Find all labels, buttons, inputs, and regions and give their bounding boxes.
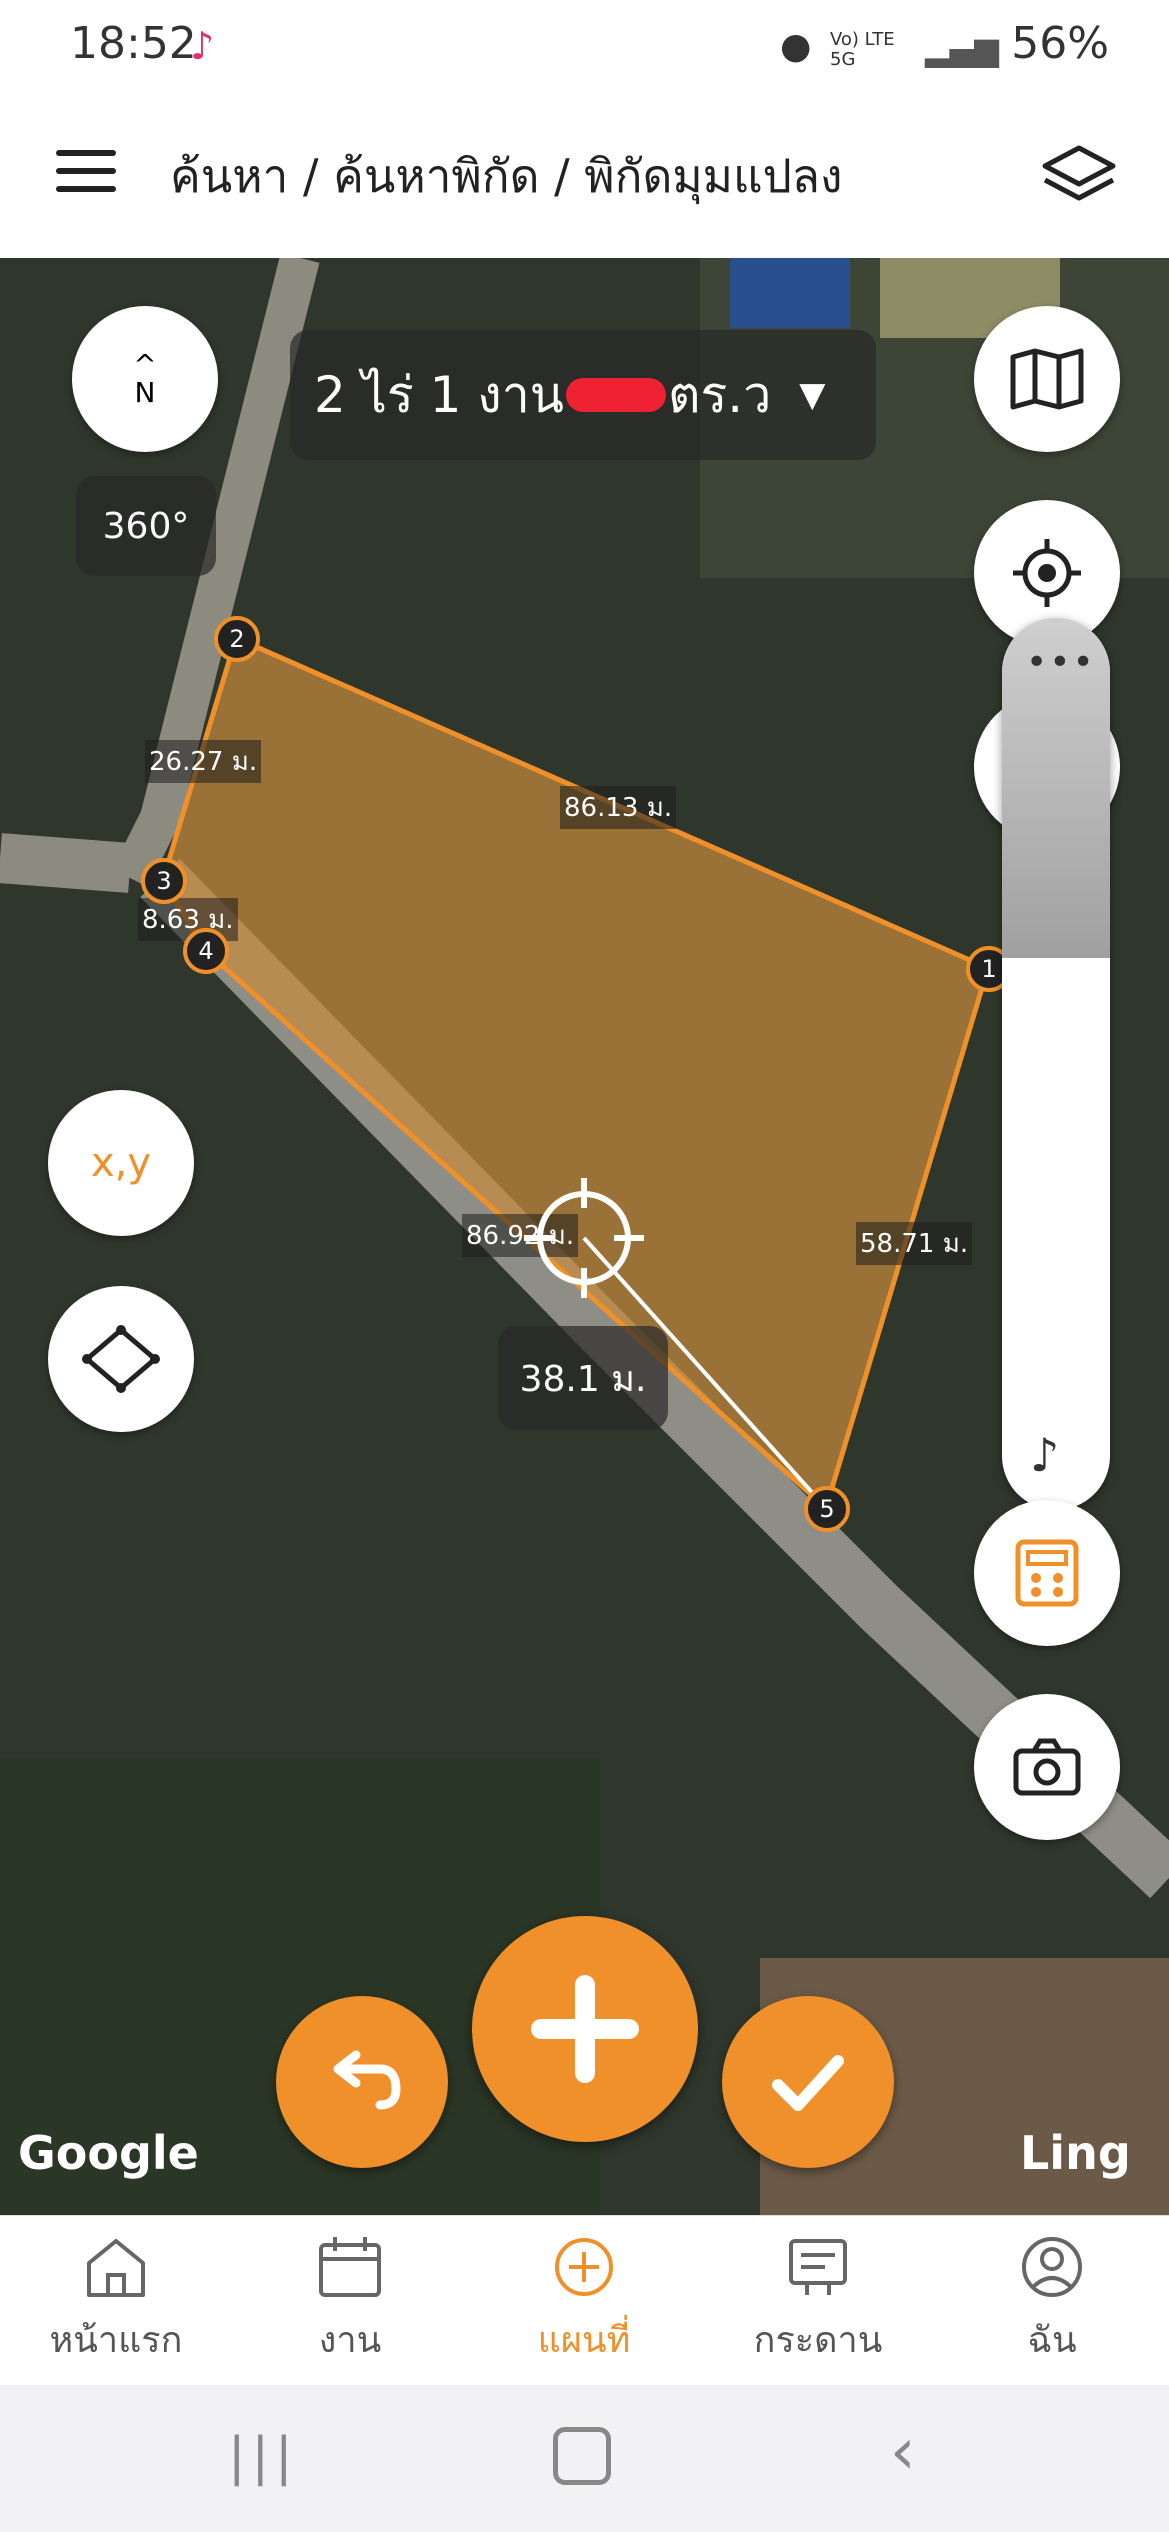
- tiktok-icon: ♪: [190, 24, 215, 68]
- home-system-icon[interactable]: [553, 2427, 611, 2485]
- vertex-marker[interactable]: 2: [214, 616, 260, 662]
- vertex-marker[interactable]: 3: [141, 858, 187, 904]
- home-icon: [87, 2239, 145, 2297]
- volume-slider[interactable]: ••• ♪: [1002, 618, 1110, 1510]
- nav-map[interactable]: แผนที่: [484, 2235, 684, 2368]
- nav-tasks[interactable]: งาน: [250, 2235, 450, 2368]
- calculator-icon: [1015, 1539, 1079, 1607]
- nav-label: ฉัน: [1027, 2320, 1077, 2361]
- calculator-button[interactable]: [974, 1500, 1120, 1646]
- map-type-button[interactable]: [974, 306, 1120, 452]
- polygon-icon: [82, 1325, 160, 1393]
- edge-label: 58.71 ม.: [856, 1222, 973, 1265]
- nav-label: แผนที่: [537, 2320, 631, 2361]
- system-nav-bar: ||| ‹: [0, 2385, 1169, 2532]
- layers-icon[interactable]: [1039, 140, 1119, 210]
- polygon-shape-button[interactable]: [48, 1286, 194, 1432]
- recent-apps-icon[interactable]: |||: [228, 2427, 299, 2487]
- measure-distance: 38.1 ม.: [498, 1326, 668, 1430]
- redacted-mark: [565, 378, 666, 412]
- google-attribution: Google: [18, 2126, 199, 2180]
- check-icon: [772, 2055, 844, 2111]
- location-icon: ●: [780, 26, 812, 67]
- north-arrow-icon: ^: [133, 348, 157, 381]
- nav-home[interactable]: หน้าแรก: [16, 2235, 216, 2368]
- nav-board[interactable]: กระดาน: [718, 2235, 918, 2368]
- undo-button[interactable]: [276, 1996, 448, 2168]
- back-icon[interactable]: ‹: [890, 2415, 916, 2489]
- plus-circle-icon: [555, 2238, 613, 2296]
- network-indicator: Vo) LTE 5G: [830, 29, 895, 70]
- volume-music-icon[interactable]: ♪: [1030, 1428, 1059, 1482]
- plus-icon: [531, 1975, 639, 2083]
- breadcrumb: ค้นหา / ค้นหาพิกัด / พิกัดมุมแปลง: [170, 149, 843, 203]
- area-unit: ตร.ว: [667, 365, 772, 424]
- ling-watermark: Ling: [1020, 2126, 1131, 2180]
- calendar-icon: [319, 2237, 381, 2297]
- user-icon: [1022, 2237, 1082, 2297]
- nav-label: งาน: [318, 2320, 382, 2361]
- crosshair-icon: [524, 1178, 644, 1298]
- menu-icon[interactable]: [56, 150, 116, 200]
- signal-icon: ▂▄▆: [925, 30, 999, 68]
- chevron-down-icon: ▼: [799, 375, 826, 415]
- compass-button[interactable]: ^ N: [72, 306, 218, 452]
- more-icon[interactable]: •••: [1026, 642, 1096, 683]
- undo-icon: [333, 2050, 401, 2110]
- area-value: 2 ไร่ 1 งาน: [314, 365, 564, 424]
- nav-label: หน้าแรก: [49, 2320, 183, 2361]
- confirm-button[interactable]: [722, 1996, 894, 2168]
- map-view[interactable]: 26.27 ม. 86.13 ม. 8.63 ม. 86.92 ม. 58.71…: [0, 258, 1169, 2215]
- area-summary[interactable]: 2 ไร่ 1 งาน ตร.ว ▼: [290, 330, 876, 460]
- status-bar: 18:52 ♪ ● Vo) LTE 5G ▂▄▆ 56%: [0, 0, 1169, 100]
- add-point-button[interactable]: [472, 1916, 698, 2142]
- nav-label: กระดาน: [753, 2320, 883, 2361]
- edge-label: 86.13 ม.: [560, 786, 677, 829]
- board-icon: [789, 2239, 847, 2295]
- status-time: 18:52: [70, 18, 197, 69]
- location-target-icon: [1013, 539, 1081, 607]
- camera-button[interactable]: [974, 1694, 1120, 1840]
- vertex-marker[interactable]: 5: [804, 1486, 850, 1532]
- battery-percent: 56%: [1011, 18, 1109, 69]
- nav-profile[interactable]: ฉัน: [952, 2235, 1152, 2368]
- xy-button[interactable]: x,y: [48, 1090, 194, 1236]
- edge-label: 26.27 ม.: [145, 740, 262, 783]
- rotation-label: 360°: [76, 476, 216, 576]
- vertex-marker[interactable]: 4: [183, 928, 229, 974]
- map-icon: [1010, 348, 1084, 410]
- camera-icon: [1013, 1738, 1081, 1796]
- compass-label: N: [134, 376, 156, 409]
